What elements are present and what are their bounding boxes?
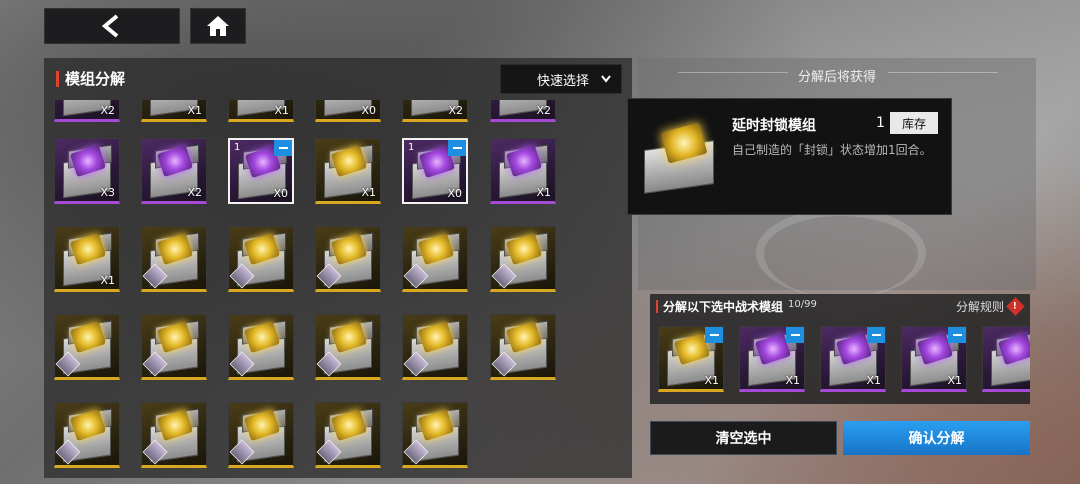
- module-cell[interactable]: [982, 326, 1030, 392]
- module-count: X3: [100, 186, 115, 199]
- module-cell[interactable]: X3: [54, 138, 120, 204]
- remove-selected-button[interactable]: [948, 327, 966, 343]
- module-cell[interactable]: X1: [54, 226, 120, 292]
- module-cell[interactable]: X1: [820, 326, 886, 392]
- deselect-button[interactable]: [448, 140, 466, 156]
- chevron-down-icon: [601, 75, 611, 83]
- module-cell[interactable]: X0 1: [228, 138, 294, 204]
- module-image: [636, 115, 722, 195]
- quick-select-label: 快速选择: [537, 73, 590, 89]
- title-accent-bar: [656, 300, 658, 313]
- selection-title: 分解以下选中战术模组: [656, 298, 783, 315]
- rules-link[interactable]: 分解规则 !: [956, 297, 1025, 316]
- tooltip-item-count: 1: [876, 115, 885, 131]
- module-cell[interactable]: [228, 402, 294, 468]
- module-cell[interactable]: [315, 226, 381, 292]
- module-cell[interactable]: [315, 402, 381, 468]
- module-count: X2: [187, 186, 202, 199]
- module-cell[interactable]: X2: [141, 138, 207, 204]
- module-cell[interactable]: X1: [228, 100, 294, 122]
- module-cell[interactable]: X1: [315, 138, 381, 204]
- module-cell[interactable]: X1: [490, 138, 556, 204]
- module-cell[interactable]: X1: [658, 326, 724, 392]
- module-cell[interactable]: X2: [402, 100, 468, 122]
- module-cell[interactable]: X0: [315, 100, 381, 122]
- module-count: X1: [785, 374, 800, 387]
- module-cell[interactable]: [490, 314, 556, 380]
- panel-title-text: 模组分解: [65, 70, 126, 88]
- module-count: X1: [536, 186, 551, 199]
- remove-selected-button[interactable]: [867, 327, 885, 343]
- module-count: X1: [866, 374, 881, 387]
- module-cell[interactable]: X2: [490, 100, 556, 122]
- module-cell[interactable]: X1: [739, 326, 805, 392]
- module-count: X1: [187, 104, 202, 117]
- module-cell[interactable]: [315, 314, 381, 380]
- module-cell[interactable]: X1: [141, 100, 207, 122]
- divider: [888, 72, 998, 73]
- module-count: X1: [704, 374, 719, 387]
- rules-label: 分解规则: [956, 300, 1005, 314]
- title-accent-bar: [56, 70, 59, 87]
- stock-button[interactable]: 库存: [890, 112, 938, 134]
- module-cell[interactable]: [228, 226, 294, 292]
- module-cell[interactable]: [54, 402, 120, 468]
- deselect-button[interactable]: [274, 140, 292, 156]
- module-count: X1: [274, 104, 289, 117]
- module-count: X2: [448, 104, 463, 117]
- module-cell[interactable]: [402, 314, 468, 380]
- module-count: X2: [536, 104, 551, 117]
- module-cell[interactable]: [141, 402, 207, 468]
- module-cell[interactable]: [141, 226, 207, 292]
- confirm-decompose-button[interactable]: 确认分解: [843, 421, 1030, 455]
- remove-selected-button[interactable]: [786, 327, 804, 343]
- selection-panel: 分解以下选中战术模组 10/99 分解规则 ! X1 X1 X1 X1: [650, 294, 1030, 404]
- module-cell[interactable]: X2: [54, 100, 120, 122]
- back-button[interactable]: [44, 8, 180, 44]
- result-title: 分解后将获得: [797, 70, 876, 85]
- module-count: X1: [361, 186, 376, 199]
- module-cell[interactable]: [490, 226, 556, 292]
- selection-title-text: 分解以下选中战术模组: [663, 300, 784, 314]
- decor-ring: [756, 208, 926, 298]
- module-cell[interactable]: [402, 226, 468, 292]
- module-cell[interactable]: X0 1: [402, 138, 468, 204]
- module-list-panel: 模组分解 快速选择 X2 X1 X1 X0 X2 X2 X3 X2 X0 1 X1 X0 1 X1 X1: [44, 58, 632, 478]
- module-count: X0: [361, 104, 376, 117]
- module-cell[interactable]: [54, 314, 120, 380]
- clear-selection-button[interactable]: 清空选中: [650, 421, 837, 455]
- module-count: X1: [100, 274, 115, 287]
- item-tooltip: 延时封锁模组 1 库存 自己制造的「封锁」状态增加1回合。: [627, 98, 952, 215]
- module-count: X2: [100, 104, 115, 117]
- module-count: X0: [273, 187, 288, 200]
- tooltip-description: 自己制造的「封锁」状态增加1回合。: [732, 143, 932, 157]
- module-count: X0: [447, 187, 462, 200]
- home-icon: [207, 16, 229, 36]
- selection-count: 10/99: [788, 299, 817, 310]
- remove-selected-button[interactable]: [705, 327, 723, 343]
- home-button[interactable]: [190, 8, 246, 44]
- selected-items-row: X1 X1 X1 X1: [658, 324, 1030, 394]
- tooltip-item-name: 延时封锁模组: [732, 118, 816, 134]
- warning-icon: !: [1006, 297, 1025, 316]
- back-arrow-icon: [101, 14, 119, 38]
- quick-select-dropdown[interactable]: 快速选择: [500, 64, 622, 94]
- module-cell[interactable]: [141, 314, 207, 380]
- selected-count: 1: [234, 142, 241, 153]
- panel-title: 模组分解: [56, 68, 125, 89]
- module-cell[interactable]: [402, 402, 468, 468]
- module-cell[interactable]: X1: [901, 326, 967, 392]
- selected-count: 1: [408, 142, 415, 153]
- module-count: X1: [947, 374, 962, 387]
- module-grid: X2 X1 X1 X0 X2 X2 X3 X2 X0 1 X1 X0 1 X1 X1: [44, 100, 632, 478]
- module-cell[interactable]: [228, 314, 294, 380]
